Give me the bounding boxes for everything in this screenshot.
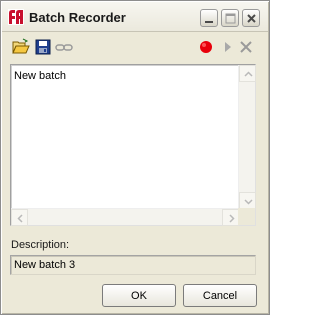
- close-button[interactable]: [242, 9, 260, 27]
- batch-recorder-window: Batch Recorder New batch Description: Ne…: [0, 0, 270, 315]
- minimize-icon: [205, 21, 213, 23]
- arrow-left-icon: [17, 214, 23, 223]
- arrow-up-icon: [244, 71, 253, 77]
- folder-open-icon[interactable]: [12, 38, 30, 56]
- description-label: Description:: [11, 239, 70, 251]
- scroll-right-button[interactable]: [222, 209, 239, 226]
- batch-editor[interactable]: New batch: [10, 64, 256, 226]
- record-icon[interactable]: [197, 38, 215, 56]
- play-icon[interactable]: [219, 38, 237, 56]
- maximize-icon: [225, 13, 236, 24]
- scroll-up-button[interactable]: [239, 65, 256, 82]
- scroll-down-button[interactable]: [239, 192, 256, 209]
- scroll-left-button[interactable]: [11, 209, 28, 226]
- floppy-disk-icon[interactable]: [34, 38, 52, 56]
- horizontal-scrollbar[interactable]: [11, 208, 239, 226]
- minimize-button[interactable]: [200, 9, 218, 27]
- x-icon[interactable]: [237, 38, 255, 56]
- scroll-corner: [238, 208, 255, 225]
- title-bar[interactable]: Batch Recorder: [2, 2, 268, 32]
- chain-link-icon[interactable]: [55, 38, 73, 56]
- cancel-button[interactable]: Cancel: [183, 284, 257, 307]
- toolbar: [1, 35, 269, 59]
- vertical-scrollbar[interactable]: [238, 65, 256, 209]
- batch-editor-text[interactable]: New batch: [14, 70, 66, 82]
- app-logo-icon: [8, 9, 24, 25]
- maximize-button[interactable]: [221, 9, 239, 27]
- close-icon: [247, 14, 256, 23]
- description-value[interactable]: New batch 3: [14, 259, 75, 271]
- description-field[interactable]: New batch 3: [10, 255, 256, 275]
- ok-button[interactable]: OK: [102, 284, 176, 307]
- window-title: Batch Recorder: [29, 10, 126, 25]
